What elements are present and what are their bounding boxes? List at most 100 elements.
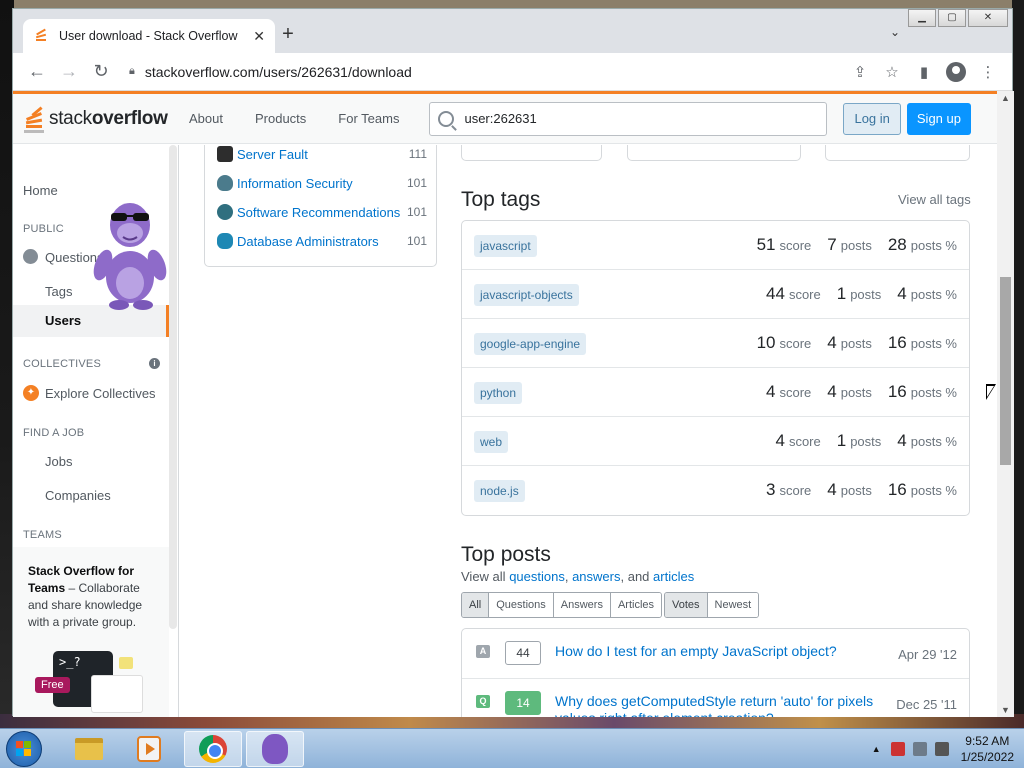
sort-votes[interactable]: Votes <box>665 593 707 617</box>
answers-link[interactable]: answers <box>572 569 620 584</box>
nav-about[interactable]: About <box>173 111 239 126</box>
sidebar-item-home[interactable]: Home <box>23 183 58 198</box>
sort-newest[interactable]: Newest <box>706 593 759 617</box>
post-title-link[interactable]: How do I test for an empty JavaScript ob… <box>555 643 875 660</box>
share-icon[interactable]: ⇪ <box>844 63 876 81</box>
tag-chip[interactable]: google-app-engine <box>474 333 587 355</box>
bookmark-star-icon[interactable]: ☆ <box>876 63 908 81</box>
gear-icon <box>217 204 233 220</box>
sidebar-item-tags[interactable]: Tags <box>45 284 72 299</box>
stat-card-2 <box>627 145 801 161</box>
tag-chip[interactable]: javascript-objects <box>474 284 579 306</box>
clock-time: 9:52 AM <box>965 734 1010 748</box>
card-illustration-icon <box>91 675 143 713</box>
media-player-icon <box>137 736 161 762</box>
taskbar-media-player[interactable] <box>120 731 178 767</box>
network-icon[interactable] <box>912 742 927 756</box>
list-item[interactable]: Information Security 101 <box>217 173 427 193</box>
table-row: python 4 score 4 posts 16 posts % <box>462 368 969 417</box>
tag-stats: 4 score 1 posts 4 posts % <box>775 431 957 450</box>
scroll-down-arrow-icon[interactable]: ▼ <box>1001 705 1010 715</box>
table-row: Q 14 Why does getComputedStyle return 'a… <box>462 679 969 717</box>
post-title-link[interactable]: Why does getComputedStyle return 'auto' … <box>555 693 875 717</box>
table-row: javascript-objects 44 score 1 posts 4 posts… <box>462 270 969 319</box>
filter-answers[interactable]: Answers <box>552 593 610 617</box>
post-date: Apr 29 '12 <box>898 647 957 662</box>
info-icon[interactable]: i <box>149 358 160 369</box>
sidebar-section-find-job: FIND A JOB <box>23 427 85 439</box>
show-hidden-icons-icon[interactable]: ▲ <box>872 744 881 754</box>
tab-close-icon[interactable]: ✕ <box>253 28 265 45</box>
teams-promo[interactable]: Stack Overflow for Teams – Collaborate a… <box>13 547 169 717</box>
stat-card-3 <box>825 145 970 161</box>
collectives-star-icon: ✦ <box>23 385 39 401</box>
window-controls: ▁ ▢ ✕ <box>906 9 1008 27</box>
action-center-icon[interactable] <box>890 742 905 756</box>
sidebar-section-public: PUBLIC <box>23 223 64 235</box>
tab-title: User download - Stack Overflow <box>59 29 238 43</box>
search-input[interactable]: user:262631 <box>429 101 828 136</box>
top-posts-heading: Top posts <box>461 543 551 566</box>
list-item[interactable]: Database Administrators 101 <box>217 231 427 251</box>
page-scrollbar[interactable]: ▲ ▼ <box>997 91 1014 717</box>
taskbar-clock[interactable]: 9:52 AM 1/25/2022 <box>961 733 1014 765</box>
tag-stats: 10 score 4 posts 16 posts % <box>756 333 957 352</box>
view-all-posts-line: View all questions, answers, and article… <box>461 569 695 584</box>
tag-chip[interactable]: javascript <box>474 235 537 257</box>
purple-gorilla-mascot-icon[interactable] <box>89 199 171 311</box>
minimize-button[interactable]: ▁ <box>908 9 936 27</box>
browser-window: User download - Stack Overflow ✕ + ⌄ ▁ ▢… <box>12 8 1014 717</box>
filter-all[interactable]: All <box>462 593 489 617</box>
stat-card-1 <box>461 145 602 161</box>
toolbar-actions: ⇪ ☆ ▮ ⋮ <box>844 61 1004 82</box>
maximize-button[interactable]: ▢ <box>938 9 966 27</box>
tag-chip[interactable]: node.js <box>474 480 525 502</box>
taskbar-bonzi[interactable] <box>246 731 304 767</box>
side-panel-icon[interactable]: ▮ <box>908 63 940 81</box>
tag-stats: 4 score 4 posts 16 posts % <box>766 382 957 401</box>
stackoverflow-logo-icon <box>23 104 45 134</box>
browser-toolbar: ← → ↻ 🔒︎ stackoverflow.com/users/262631/… <box>13 53 1012 91</box>
mouse-cursor-icon <box>986 384 996 400</box>
forward-arrow-icon[interactable]: → <box>53 56 85 88</box>
back-arrow-icon[interactable]: ← <box>21 56 53 88</box>
start-button[interactable] <box>6 731 42 767</box>
taskbar-explorer[interactable] <box>60 731 118 767</box>
nav-for-teams[interactable]: For Teams <box>322 111 415 126</box>
address-bar[interactable]: 🔒︎ stackoverflow.com/users/262631/downlo… <box>129 64 844 80</box>
browser-tab[interactable]: User download - Stack Overflow ✕ <box>23 19 275 53</box>
stackoverflow-logo[interactable]: stackoverflow <box>23 104 173 134</box>
search-icon <box>438 110 455 127</box>
signup-button[interactable]: Sign up <box>906 102 971 135</box>
sidebar-item-companies[interactable]: Companies <box>45 488 111 503</box>
list-item[interactable]: Server Fault 111 <box>217 144 427 164</box>
filter-questions[interactable]: Questions <box>488 593 553 617</box>
new-tab-button[interactable]: + <box>277 23 299 46</box>
windows-taskbar: ▲ 9:52 AM 1/25/2022 <box>0 728 1024 768</box>
tab-search-chevron-icon[interactable]: ⌄ <box>890 25 900 39</box>
nav-products[interactable]: Products <box>239 111 322 126</box>
close-window-button[interactable]: ✕ <box>968 9 1008 27</box>
scroll-up-arrow-icon[interactable]: ▲ <box>1001 93 1010 103</box>
sidebar-item-jobs[interactable]: Jobs <box>45 454 72 469</box>
vote-count: 44 <box>505 641 541 665</box>
search-value: user:262631 <box>464 111 537 126</box>
scrollbar-thumb[interactable] <box>1000 277 1011 465</box>
questions-link[interactable]: questions <box>509 569 565 584</box>
view-all-tags-link[interactable]: View all tags <box>898 192 971 207</box>
taskbar-chrome[interactable] <box>184 731 242 767</box>
table-row: A 44 How do I test for an empty JavaScri… <box>462 629 969 679</box>
volume-icon[interactable] <box>934 742 949 756</box>
filter-articles[interactable]: Articles <box>609 593 662 617</box>
profile-avatar-icon[interactable] <box>946 61 966 82</box>
tag-chip[interactable]: web <box>474 431 509 453</box>
post-sort-filter: Votes Newest <box>664 592 760 618</box>
tag-stats: 51 score 7 posts 28 posts % <box>756 235 957 254</box>
menu-kebab-icon[interactable]: ⋮ <box>972 63 1004 81</box>
reload-icon[interactable]: ↻ <box>85 56 117 88</box>
list-item[interactable]: Software Recommendations 101 <box>217 202 427 222</box>
articles-link[interactable]: articles <box>653 569 694 584</box>
sidebar-item-explore-collectives[interactable]: Explore Collectives <box>45 386 156 401</box>
tag-chip[interactable]: python <box>474 382 523 404</box>
login-button[interactable]: Log in <box>843 102 901 135</box>
